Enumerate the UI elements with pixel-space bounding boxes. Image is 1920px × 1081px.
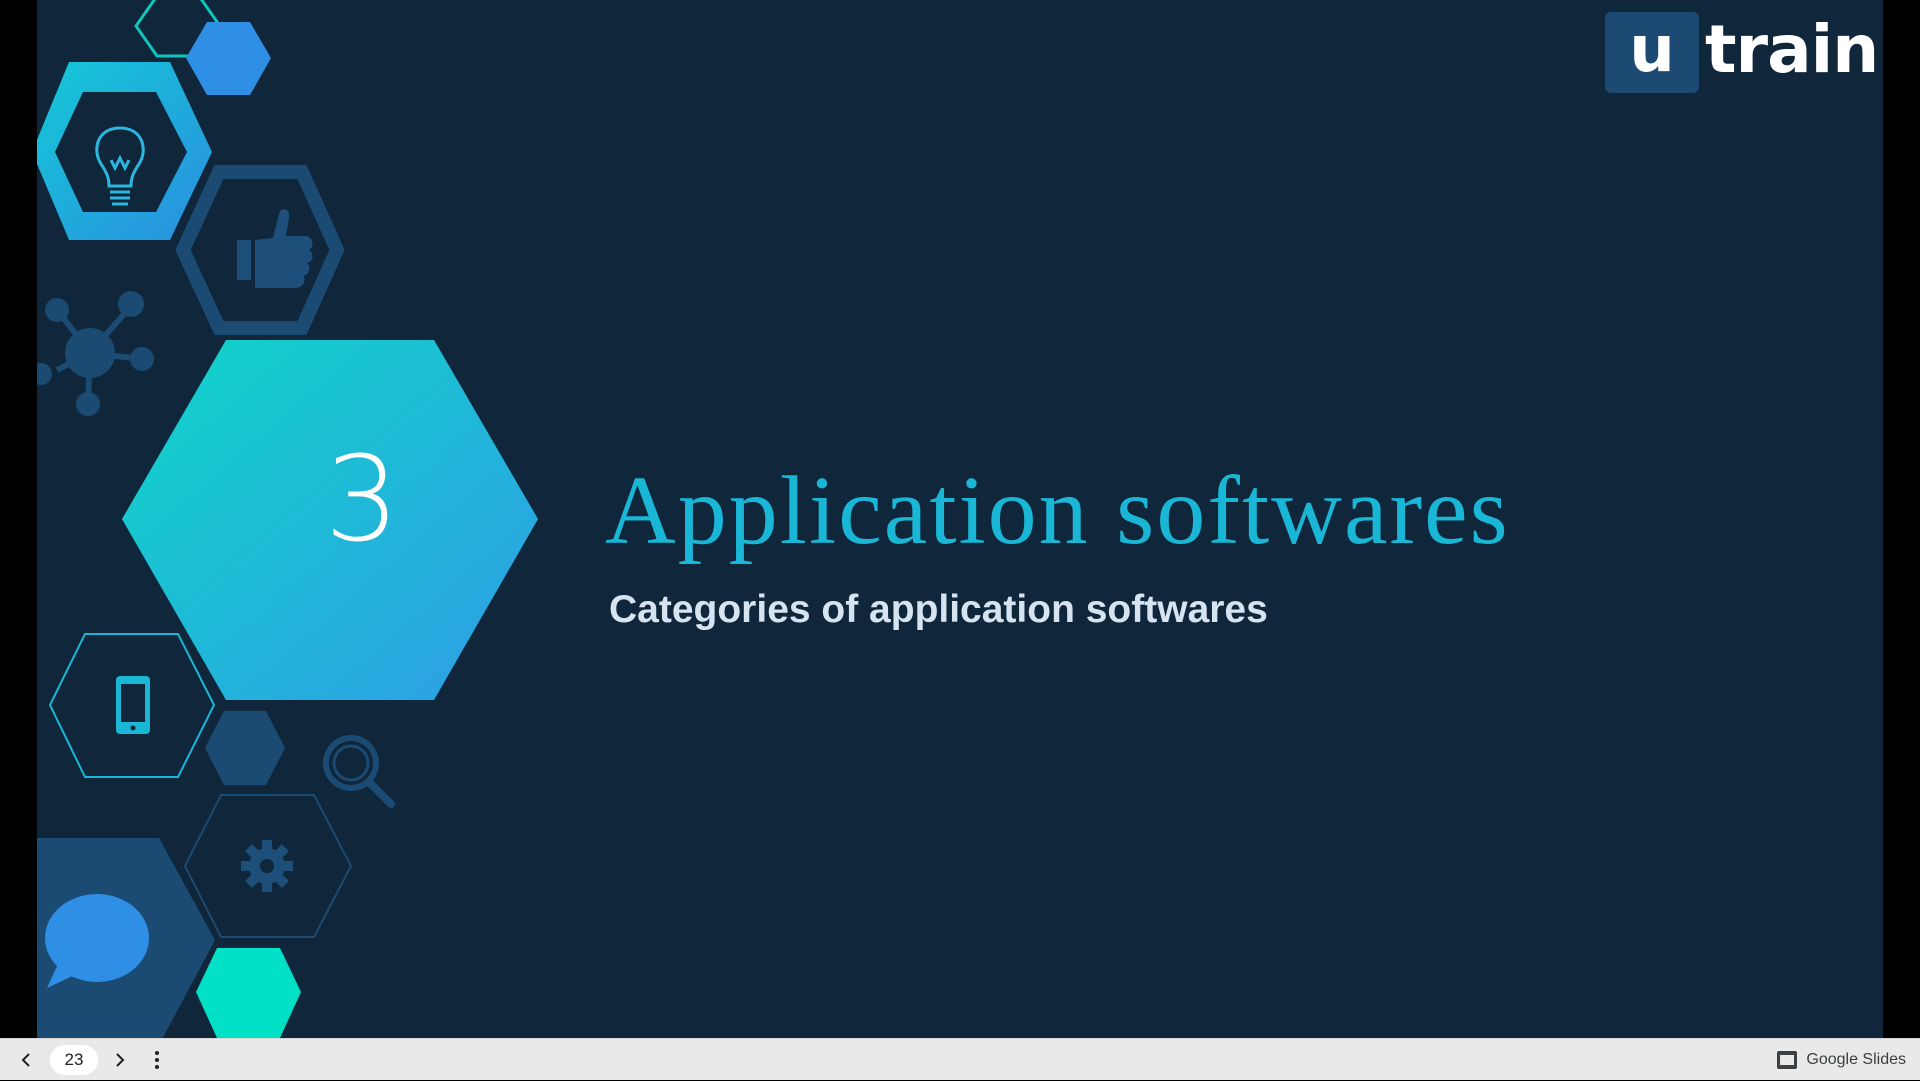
- more-options-button[interactable]: [145, 1048, 169, 1072]
- slides-viewer: 3 Application softwares Categories of ap…: [0, 0, 1920, 1080]
- gear-icon: [241, 840, 293, 892]
- slide: 3 Application softwares Categories of ap…: [37, 0, 1883, 1038]
- brand-label: Google Slides: [1806, 1051, 1906, 1068]
- section-number: 3: [324, 430, 400, 568]
- smartphone-icon: [116, 676, 150, 734]
- logo-box: u: [1605, 12, 1699, 93]
- logo-text: train: [1705, 11, 1879, 88]
- network-icon: [37, 291, 154, 416]
- slides-icon: [1777, 1051, 1798, 1069]
- hexagon-blue-small: [186, 22, 271, 95]
- more-vert-icon: [155, 1051, 159, 1069]
- chevron-left-icon: [21, 1053, 30, 1067]
- google-slides-link[interactable]: Google Slides: [1776, 1039, 1906, 1081]
- chevron-right-icon: [116, 1053, 125, 1067]
- magnifier-icon: [323, 735, 395, 808]
- slide-subtitle: Categories of application softwares: [609, 588, 1268, 631]
- thumbs-up-icon: [237, 209, 313, 288]
- next-slide-button[interactable]: [108, 1048, 132, 1072]
- hexagon-teal-bottom: [196, 948, 301, 1038]
- hexagon-dark-small: [205, 711, 285, 785]
- logo-letter: u: [1629, 13, 1675, 87]
- page-number-input[interactable]: 23: [50, 1045, 98, 1075]
- slide-title: Application softwares: [605, 457, 1510, 565]
- previous-slide-button[interactable]: [14, 1048, 38, 1072]
- slides-toolbar: 23 Google Slides: [0, 1038, 1920, 1080]
